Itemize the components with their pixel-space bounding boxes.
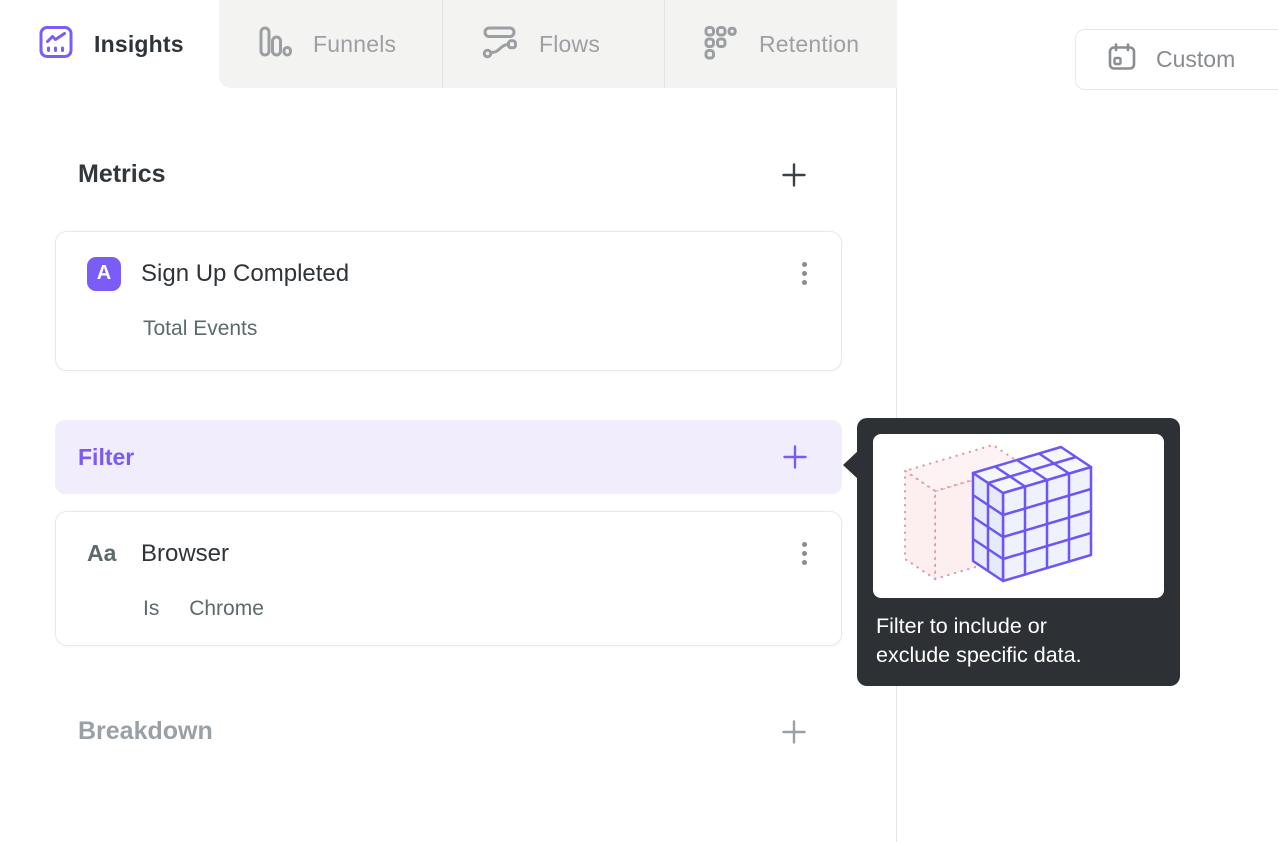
filter-operator[interactable]: Is (143, 597, 159, 620)
query-builder-panel: Insights Funnels Flows Retention Metrics… (0, 0, 897, 842)
filter-overflow-menu-icon[interactable] (796, 536, 813, 571)
flows-icon (481, 24, 519, 65)
tab-retention-label: Retention (759, 30, 860, 57)
breakdown-header: Breakdown (78, 717, 808, 746)
calendar-icon (1106, 41, 1138, 78)
retention-icon (703, 24, 739, 65)
date-range-custom-button[interactable]: Custom (1075, 29, 1278, 90)
metric-card-header: A Sign Up Completed (56, 232, 841, 291)
filter-value[interactable]: Chrome (189, 597, 264, 620)
filter-condition[interactable]: Is Chrome (56, 571, 841, 621)
filter-tooltip: Filter to include or exclude specific da… (843, 418, 1180, 686)
breakdown-title: Breakdown (78, 717, 213, 745)
metric-aggregation[interactable]: Total Events (56, 291, 841, 341)
tooltip-illustration (873, 434, 1164, 598)
custom-button-label: Custom (1156, 46, 1236, 72)
tab-insights[interactable]: Insights (0, 0, 219, 88)
filter-property-name: Browser (141, 539, 230, 567)
funnels-icon (257, 24, 293, 65)
tab-flows-label: Flows (539, 30, 601, 57)
tab-funnels[interactable]: Funnels (219, 0, 442, 88)
metric-series-badge: A (87, 256, 121, 291)
metric-overflow-menu-icon[interactable] (796, 256, 813, 291)
report-tabbar: Insights Funnels Flows Retention (0, 0, 897, 88)
tab-insights-label: Insights (94, 30, 184, 57)
metrics-title: Metrics (78, 160, 166, 188)
tooltip-text: Filter to include or exclude specific da… (857, 598, 1180, 670)
filter-section-row[interactable]: Filter (55, 420, 842, 494)
tooltip-text-line1: Filter to include or (876, 614, 1047, 638)
add-metric-button[interactable] (780, 161, 808, 189)
metric-card[interactable]: A Sign Up Completed Total Events (55, 231, 842, 371)
tab-flows[interactable]: Flows (442, 0, 664, 88)
tab-retention[interactable]: Retention (664, 0, 897, 88)
filter-card-header: Aa Browser (56, 512, 841, 571)
add-breakdown-button[interactable] (780, 718, 808, 746)
insights-icon (38, 24, 74, 65)
metrics-header: Metrics (78, 160, 808, 189)
add-filter-button[interactable] (781, 443, 809, 471)
filter-card[interactable]: Aa Browser Is Chrome (55, 511, 842, 646)
tooltip-arrow (843, 450, 859, 480)
tooltip-text-line2: exclude specific data. (876, 643, 1082, 667)
filter-title: Filter (78, 443, 135, 470)
string-property-icon: Aa (87, 540, 117, 566)
isometric-filter-cubes-icon (901, 443, 1092, 583)
metric-event-name: Sign Up Completed (141, 259, 350, 287)
tab-funnels-label: Funnels (313, 30, 397, 57)
insights-builder-screen: Insights Funnels Flows Retention Metrics… (0, 0, 1278, 842)
